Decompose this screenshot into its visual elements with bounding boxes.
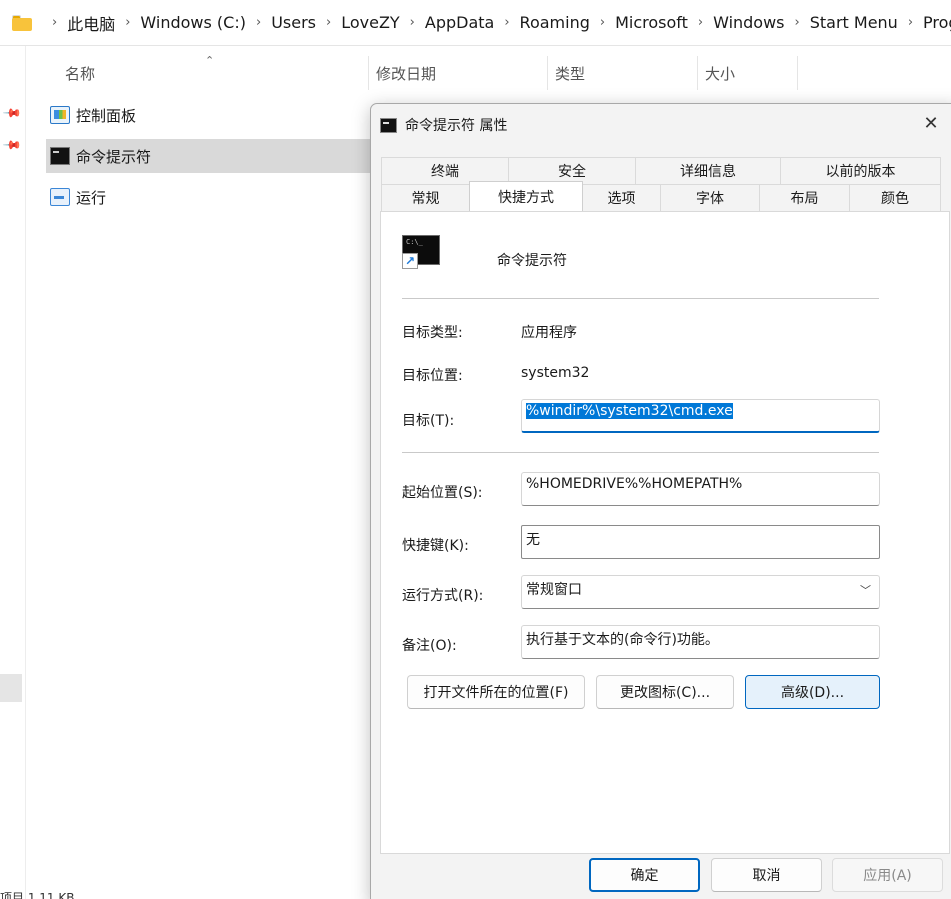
shortcut-arrow-icon: ↗ [402, 253, 418, 269]
folder-icon [12, 14, 32, 31]
file-row-cmd[interactable]: 命令提示符 [46, 139, 376, 173]
chevron-right-icon[interactable]: › [326, 15, 331, 30]
separator [402, 452, 879, 453]
file-name: 命令提示符 [76, 147, 152, 166]
column-header-type[interactable]: 类型 [555, 56, 585, 90]
breadcrumb-start-menu[interactable]: Start Menu [810, 13, 898, 32]
column-header-modified[interactable]: 修改日期 [376, 56, 436, 90]
chevron-right-icon[interactable]: › [600, 15, 605, 30]
chevron-down-icon[interactable]: ﹀ [860, 582, 871, 598]
tab-font[interactable]: 字体 [660, 184, 760, 211]
breadcrumb-c-drive[interactable]: Windows (C:) [140, 13, 246, 32]
target-type-value: 应用程序 [521, 325, 577, 341]
nav-selected-item[interactable] [0, 674, 22, 702]
tab-colors[interactable]: 颜色 [849, 184, 941, 211]
file-name: 运行 [76, 188, 107, 207]
tab-options[interactable]: 选项 [582, 184, 661, 211]
column-header-size[interactable]: 大小 [705, 56, 735, 90]
column-divider[interactable] [697, 56, 698, 90]
chevron-right-icon[interactable]: › [256, 15, 261, 30]
properties-dialog: 命令提示符 属性 ✕ 终端 安全 详细信息 以前的版本 常规 快捷方式 选项 字… [370, 103, 951, 899]
breadcrumb-programs[interactable]: Programs [923, 13, 951, 32]
tab-layout[interactable]: 布局 [759, 184, 850, 211]
column-header-name[interactable]: 名称 [65, 56, 95, 90]
column-divider[interactable] [797, 56, 798, 90]
target-type-label: 目标类型: [402, 325, 463, 341]
advanced-button[interactable]: 高级(D)... [745, 675, 880, 709]
sort-ascending-icon: ⌃ [205, 54, 215, 67]
run-label: 运行方式(R): [402, 588, 484, 604]
hotkey-input[interactable]: 无 [521, 525, 880, 559]
file-row-run[interactable]: 运行 [46, 180, 376, 214]
target-location-label: 目标位置: [402, 368, 463, 384]
breadcrumb-this-pc[interactable]: 此电脑 [67, 11, 115, 35]
close-icon[interactable]: ✕ [919, 112, 943, 136]
chevron-right-icon[interactable]: › [698, 15, 703, 30]
dialog-title: 命令提示符 属性 [405, 118, 508, 134]
comment-input[interactable]: 执行基于文本的(命令行)功能。 [521, 625, 880, 659]
tab-general[interactable]: 常规 [381, 184, 470, 211]
target-label: 目标(T): [402, 413, 455, 429]
chevron-right-icon[interactable]: › [908, 15, 913, 30]
cmd-shortcut-icon: ↗ [402, 235, 440, 269]
shortcut-name: 命令提示符 [497, 253, 567, 269]
apply-button[interactable]: 应用(A) [832, 858, 943, 892]
cmd-icon [50, 147, 70, 165]
address-bar[interactable]: › 此电脑 › Windows (C:) › Users › LoveZY › … [0, 0, 951, 46]
run-select-value: 常规窗口 [526, 582, 582, 598]
breadcrumb-appdata[interactable]: AppData [425, 13, 494, 32]
ok-button[interactable]: 确定 [589, 858, 700, 892]
run-icon [50, 188, 70, 206]
shortcut-panel: ↗ 命令提示符 目标类型: 应用程序 目标位置: system32 目标(T):… [380, 211, 950, 854]
pin-icon[interactable]: 📌 [2, 103, 22, 123]
separator [402, 298, 879, 299]
breadcrumb-microsoft[interactable]: Microsoft [615, 13, 688, 32]
tab-details[interactable]: 详细信息 [635, 157, 781, 184]
start-in-label: 起始位置(S): [402, 485, 483, 501]
status-bar-text: 项目 1.11 KB [0, 891, 75, 899]
chevron-right-icon[interactable]: › [504, 15, 509, 30]
tab-security[interactable]: 安全 [508, 157, 636, 184]
control-panel-icon [50, 106, 70, 124]
comment-label: 备注(O): [402, 638, 457, 654]
chevron-right-icon[interactable]: › [795, 15, 800, 30]
open-file-location-button[interactable]: 打开文件所在的位置(F) [407, 675, 585, 709]
breadcrumb-roaming[interactable]: Roaming [520, 13, 590, 32]
target-location-value: system32 [521, 365, 590, 381]
pin-icon[interactable]: 📌 [2, 135, 22, 155]
file-name: 控制面板 [76, 106, 137, 125]
start-in-input[interactable]: %HOMEDRIVE%%HOMEPATH% [521, 472, 880, 506]
cancel-button[interactable]: 取消 [711, 858, 822, 892]
hotkey-label: 快捷键(K): [402, 538, 469, 554]
chevron-right-icon[interactable]: › [52, 15, 57, 30]
chevron-right-icon[interactable]: › [410, 15, 415, 30]
chevron-right-icon[interactable]: › [125, 15, 130, 30]
column-divider[interactable] [368, 56, 369, 90]
column-divider[interactable] [547, 56, 548, 90]
tab-terminal[interactable]: 终端 [381, 157, 509, 184]
file-row-control-panel[interactable]: 控制面板 [46, 98, 376, 132]
dialog-title-bar[interactable]: 命令提示符 属性 [371, 104, 951, 146]
tab-previous-versions[interactable]: 以前的版本 [780, 157, 941, 184]
breadcrumb-windows[interactable]: Windows [713, 13, 784, 32]
cmd-icon [380, 117, 397, 133]
target-input-value: %windir%\system32\cmd.exe [526, 403, 733, 419]
run-select[interactable]: 常规窗口 ﹀ [521, 575, 880, 609]
breadcrumb-lovezy[interactable]: LoveZY [341, 13, 399, 32]
tab-shortcut[interactable]: 快捷方式 [469, 181, 583, 211]
change-icon-button[interactable]: 更改图标(C)... [596, 675, 734, 709]
navigation-pane: 📌 📌 [0, 46, 26, 899]
target-input[interactable]: %windir%\system32\cmd.exe [521, 399, 880, 433]
breadcrumb-users[interactable]: Users [271, 13, 316, 32]
